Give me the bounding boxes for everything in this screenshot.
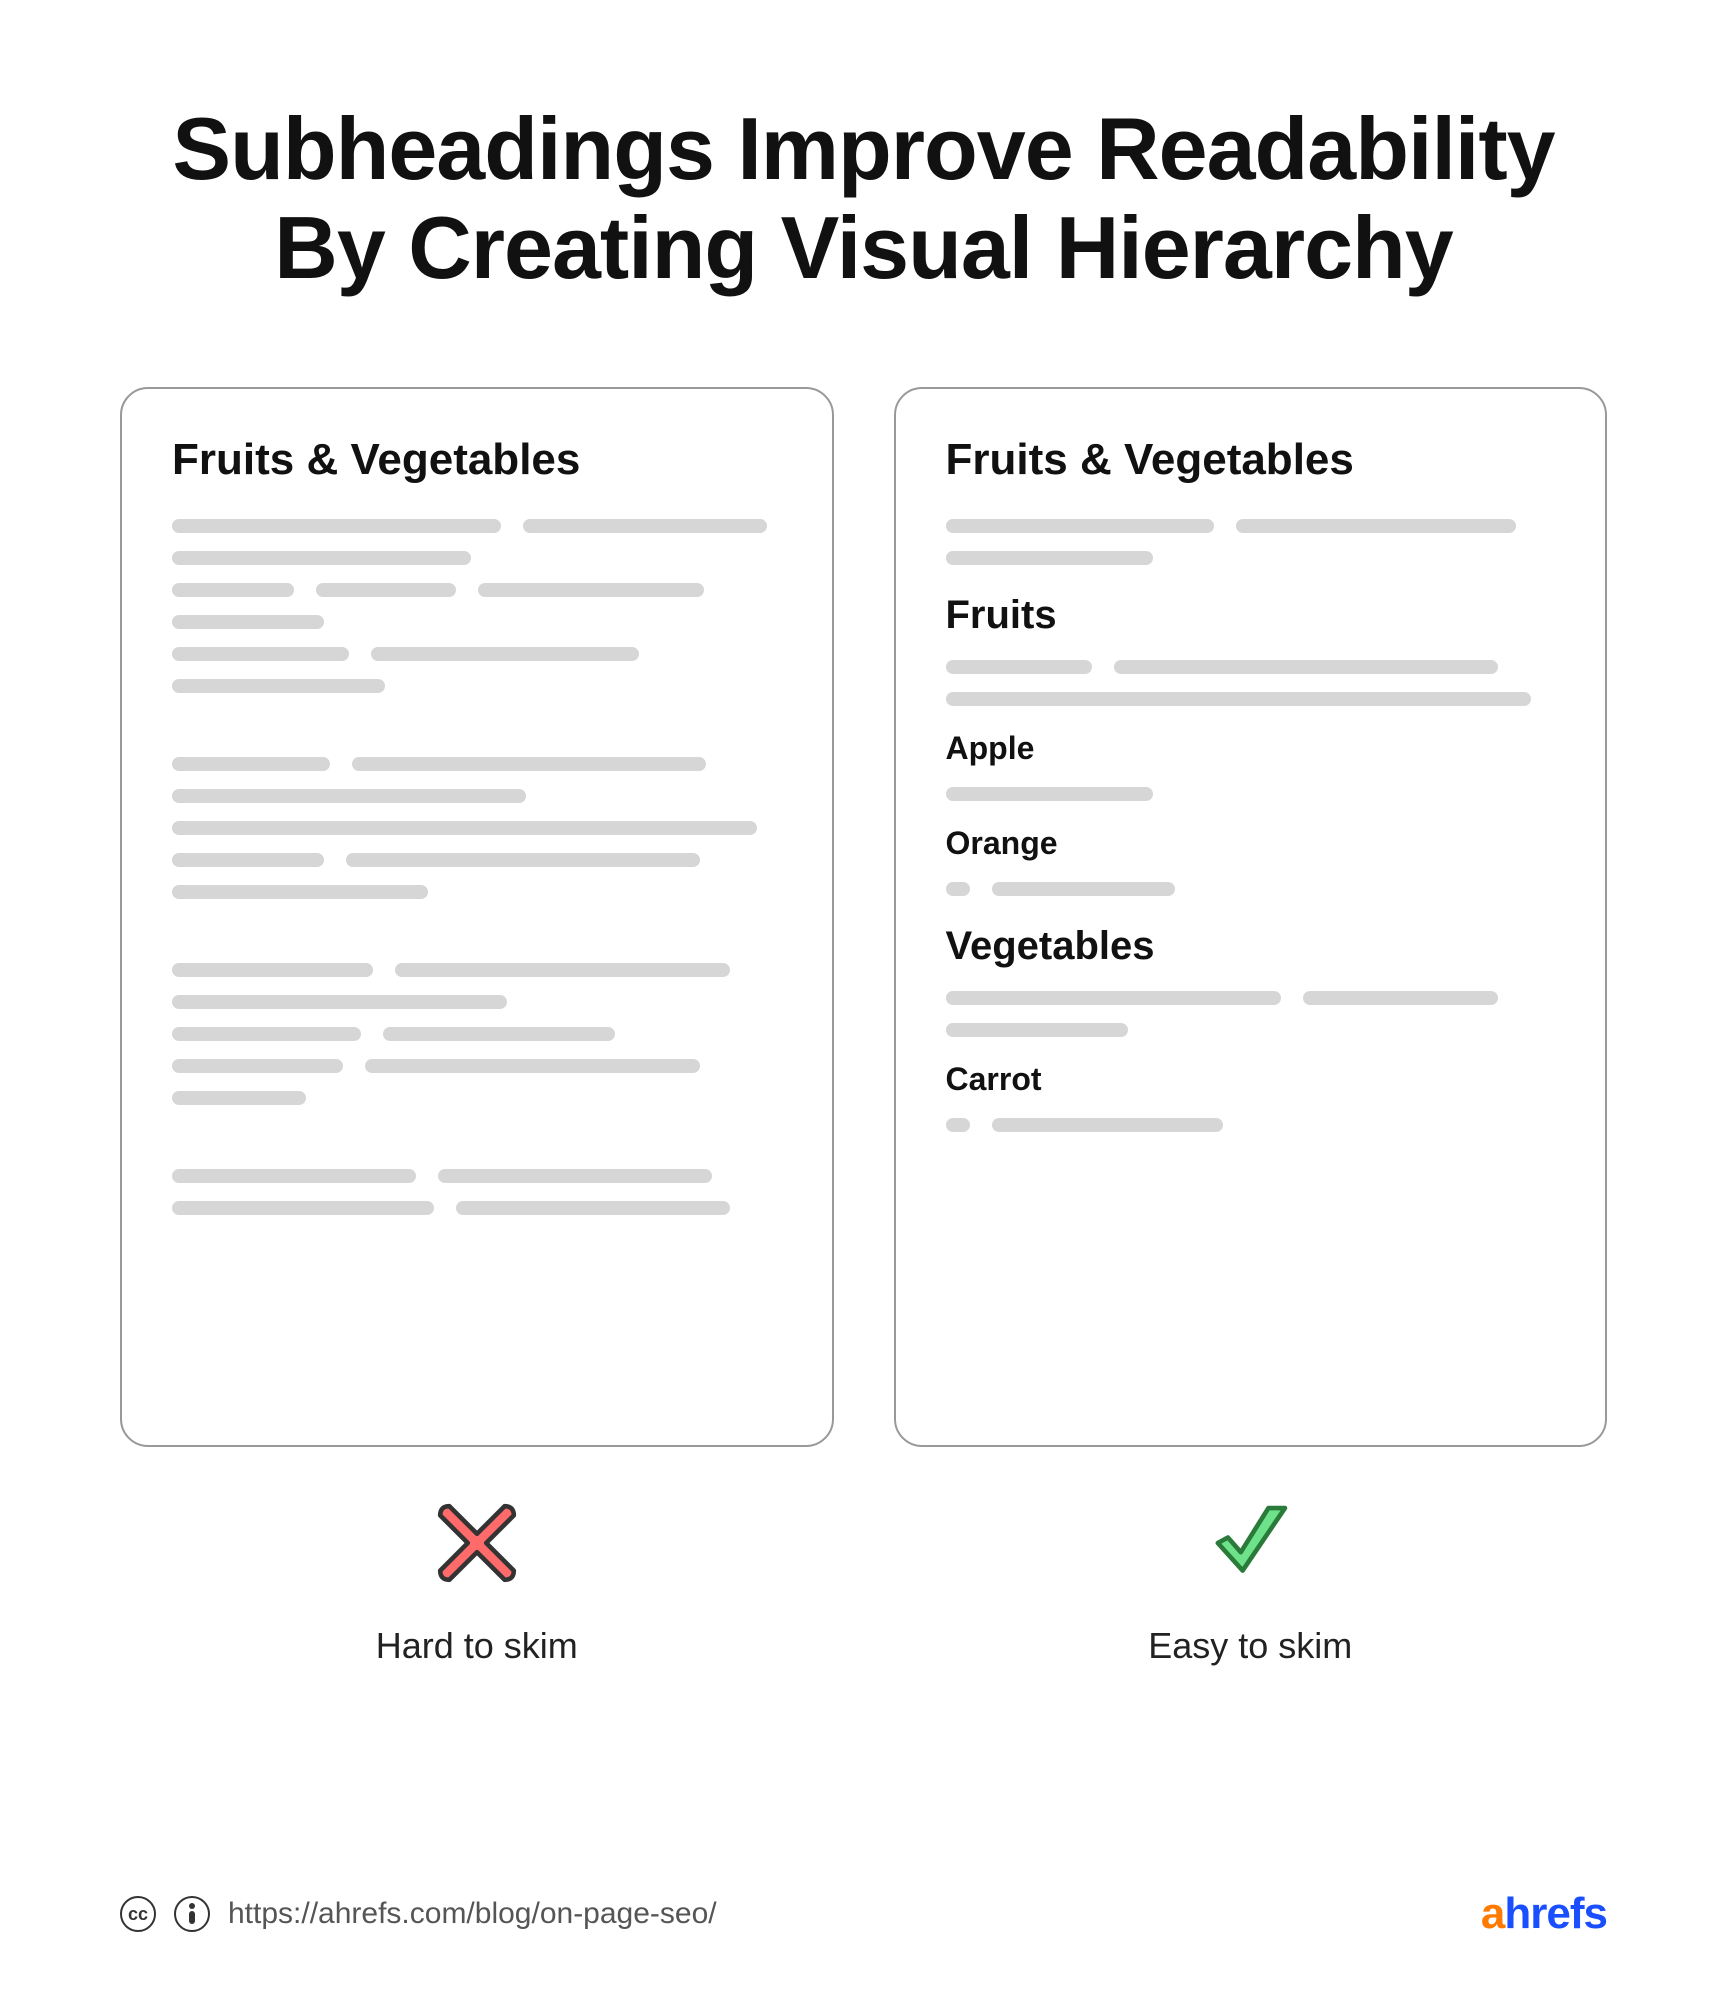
panel-left: Fruits & Vegetables [120, 387, 834, 1667]
panels-row: Fruits & Vegetables [120, 387, 1607, 1667]
ahrefs-logo: ahrefs [1481, 1889, 1607, 1939]
status-left: Hard to skim [376, 1497, 578, 1667]
panel-right: Fruits & Vegetables Fruits Apple Orange … [894, 387, 1608, 1667]
footer-url: https://ahrefs.com/blog/on-page-seo/ [228, 1897, 717, 1931]
card-right: Fruits & Vegetables Fruits Apple Orange … [894, 387, 1608, 1447]
item-orange: Orange [946, 825, 1556, 862]
check-icon [1204, 1497, 1296, 1589]
logo-letter-a: a [1481, 1889, 1504, 1938]
footer: cc https://ahrefs.com/blog/on-page-seo/ … [120, 1889, 1607, 1939]
page-title: Subheadings Improve Readability By Creat… [120, 100, 1607, 297]
card-left: Fruits & Vegetables [120, 387, 834, 1447]
cc-icon: cc [120, 1896, 156, 1932]
subheading-vegetables: Vegetables [946, 924, 1556, 969]
right-content: Fruits Apple Orange Vegetables Carrot [946, 519, 1556, 1132]
card-left-heading: Fruits & Vegetables [172, 435, 782, 485]
logo-rest: hrefs [1504, 1889, 1607, 1938]
left-content [172, 519, 782, 1215]
item-carrot: Carrot [946, 1061, 1556, 1098]
subheading-fruits: Fruits [946, 593, 1556, 638]
card-right-heading: Fruits & Vegetables [946, 435, 1556, 485]
footer-left: cc https://ahrefs.com/blog/on-page-seo/ [120, 1896, 717, 1932]
attribution-icon [174, 1896, 210, 1932]
status-right-label: Easy to skim [1148, 1625, 1352, 1667]
item-apple: Apple [946, 730, 1556, 767]
status-right: Easy to skim [1148, 1497, 1352, 1667]
cross-icon [431, 1497, 523, 1589]
status-left-label: Hard to skim [376, 1625, 578, 1667]
